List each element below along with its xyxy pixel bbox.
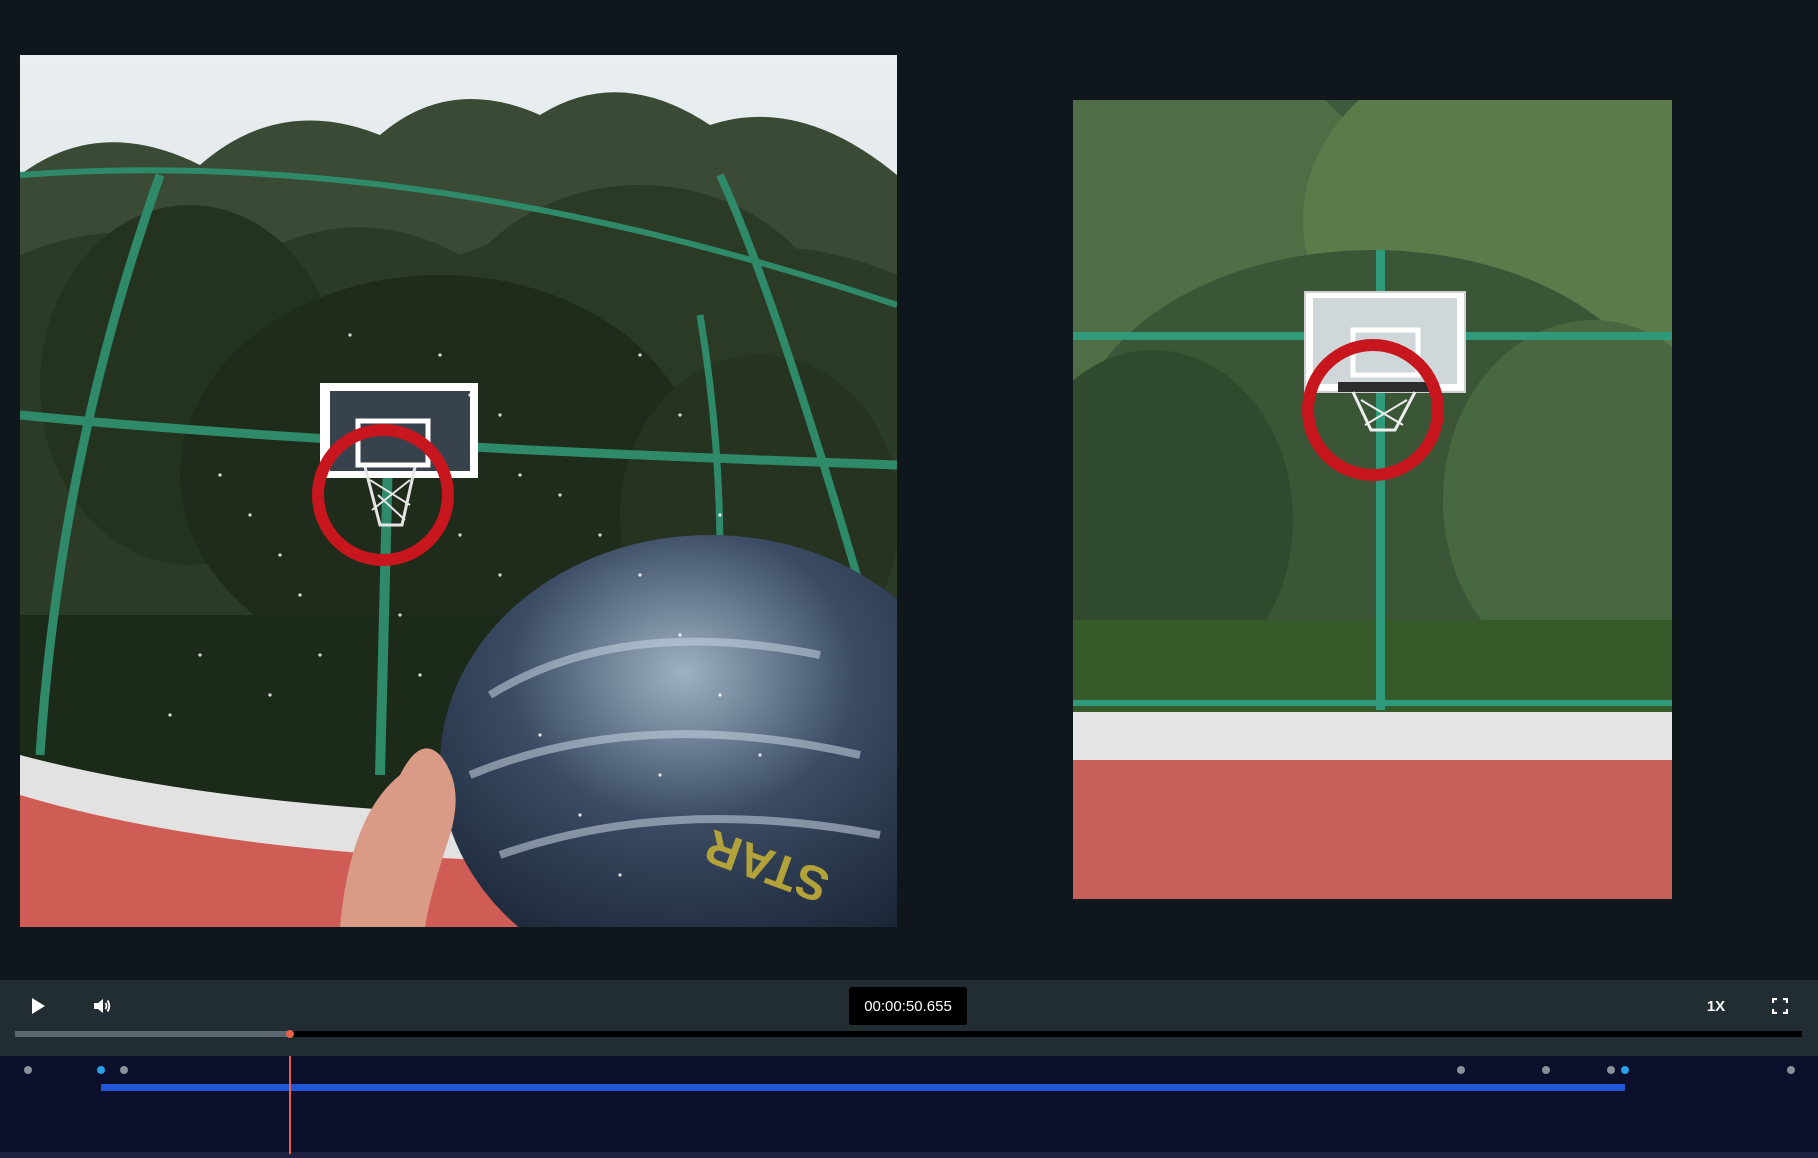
play-button[interactable] bbox=[22, 990, 54, 1022]
left-video-image: STAR bbox=[20, 55, 897, 927]
progress-handle[interactable] bbox=[286, 1030, 295, 1038]
right-video-frame[interactable] bbox=[1073, 100, 1672, 899]
right-video-image bbox=[1073, 100, 1672, 899]
fullscreen-button[interactable] bbox=[1764, 990, 1796, 1022]
timeline-marker[interactable] bbox=[96, 1066, 105, 1074]
timeline-marker[interactable] bbox=[1456, 1066, 1465, 1074]
timeline-marker[interactable] bbox=[1606, 1066, 1615, 1074]
timeline-marker[interactable] bbox=[120, 1066, 128, 1074]
playback-speed-button[interactable]: 1X bbox=[1696, 990, 1736, 1022]
timeline-marker[interactable] bbox=[23, 1066, 32, 1074]
play-icon bbox=[32, 998, 45, 1014]
video-stage: STAR bbox=[0, 0, 1818, 980]
progress-played bbox=[15, 1031, 291, 1037]
timeline-scrollbar[interactable] bbox=[0, 1152, 1818, 1158]
volume-icon bbox=[94, 999, 111, 1013]
timeline-segment[interactable] bbox=[100, 1084, 1626, 1091]
current-time-display: 00:00:50.655 bbox=[849, 987, 967, 1025]
left-video-frame[interactable]: STAR bbox=[20, 55, 897, 927]
timeline-playhead[interactable] bbox=[289, 1056, 292, 1154]
fullscreen-icon bbox=[1772, 998, 1788, 1014]
progress-bar[interactable] bbox=[15, 1030, 1802, 1038]
volume-button[interactable] bbox=[86, 990, 118, 1022]
